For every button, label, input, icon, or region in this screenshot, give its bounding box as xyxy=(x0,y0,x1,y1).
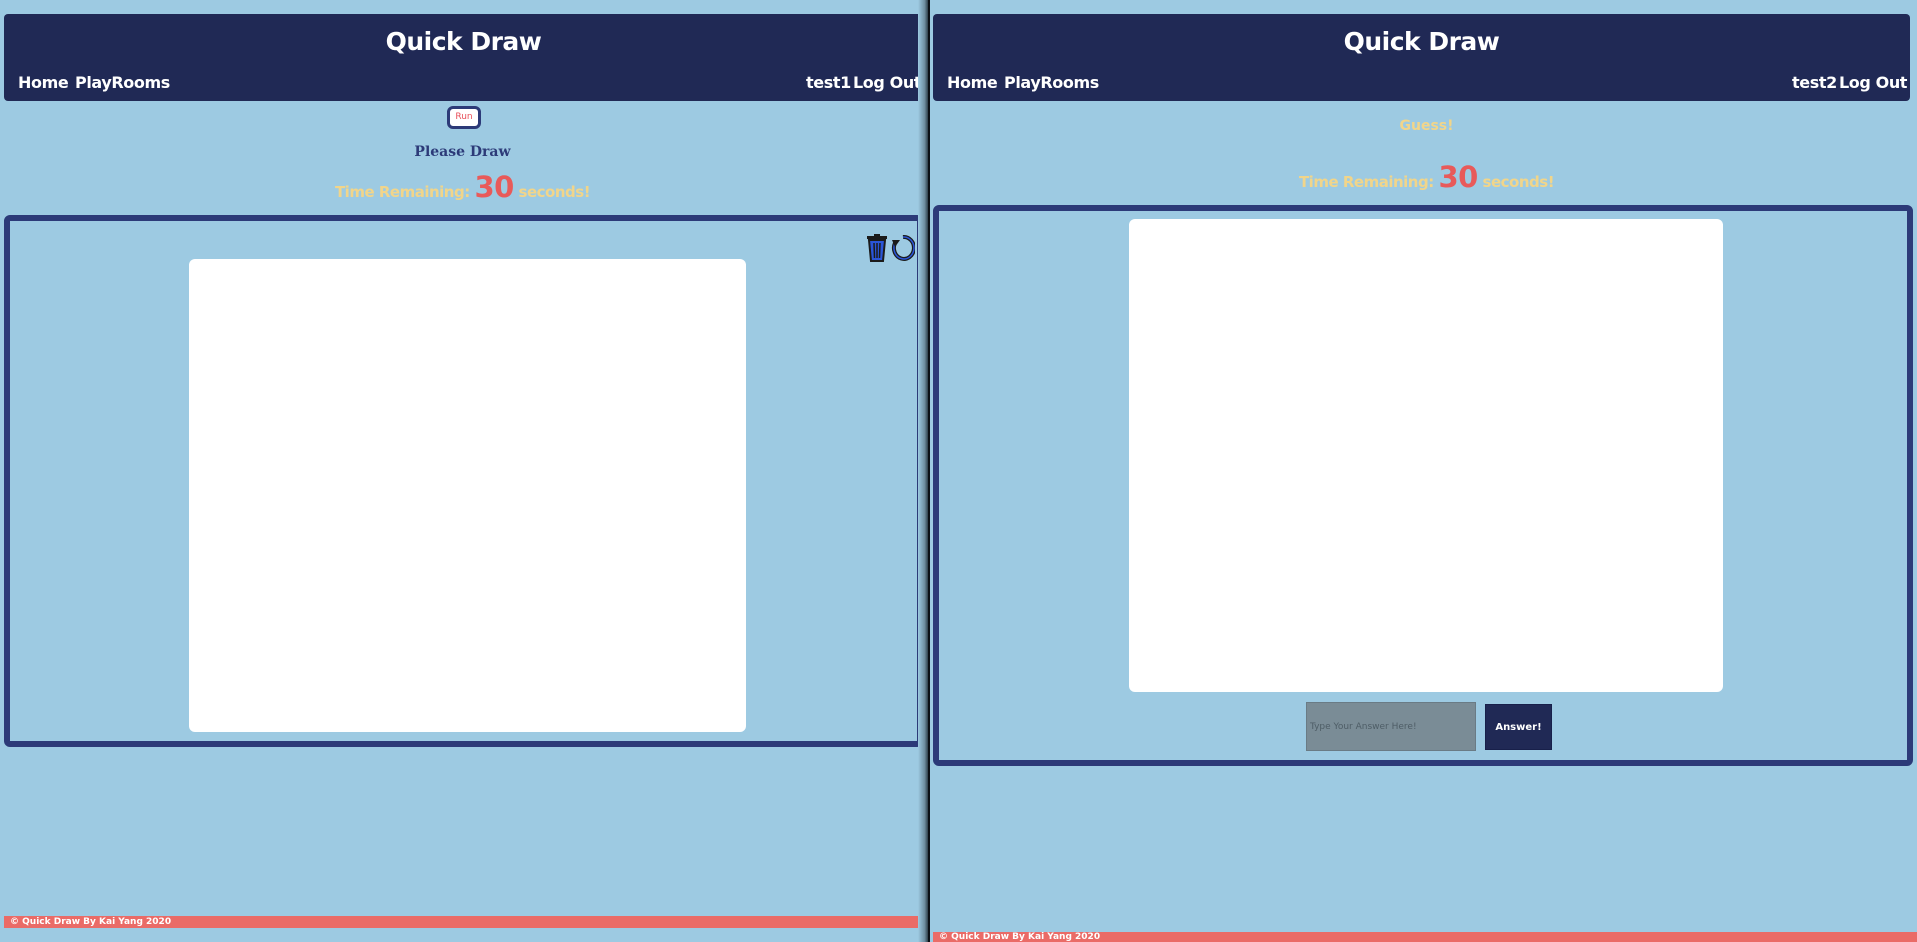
drawer-window: Quick Draw Home PlayRooms test1 Log Out … xyxy=(0,0,925,942)
footer: © Quick Draw By Kai Yang 2020 xyxy=(4,916,923,928)
time-remaining: Time Remaining: 30 seconds! xyxy=(936,160,1917,194)
guesser-window: Quick Draw Home PlayRooms test2 Log Out … xyxy=(930,0,1917,942)
timer-suffix: seconds! xyxy=(1482,173,1555,191)
time-remaining: Time Remaining: 30 seconds! xyxy=(0,170,925,204)
timer-prefix: Time Remaining: xyxy=(334,183,470,201)
footer: © Quick Draw By Kai Yang 2020 xyxy=(933,932,1917,942)
trash-icon[interactable] xyxy=(866,234,888,262)
answer-button[interactable]: Answer! xyxy=(1485,704,1552,750)
brand-title[interactable]: Quick Draw xyxy=(933,27,1910,56)
run-button[interactable]: Run xyxy=(447,106,481,129)
drawing-view-canvas xyxy=(1129,219,1723,692)
nav-playrooms-link[interactable]: PlayRooms xyxy=(1004,73,1099,92)
nav-home-link[interactable]: Home xyxy=(947,73,998,92)
timer-seconds: 30 xyxy=(1438,160,1478,194)
nav-logout-link[interactable]: Log Out xyxy=(1839,73,1907,92)
timer-suffix: seconds! xyxy=(518,183,591,201)
nav-user-link[interactable]: test2 xyxy=(1792,73,1837,92)
drawing-board xyxy=(4,215,923,747)
guess-instruction: Guess! xyxy=(1399,118,1454,134)
navbar: Quick Draw Home PlayRooms test1 Log Out xyxy=(4,14,923,101)
answer-input[interactable] xyxy=(1306,702,1476,751)
nav-user-link[interactable]: test1 xyxy=(806,73,851,92)
nav-home-link[interactable]: Home xyxy=(18,73,69,92)
brand-title[interactable]: Quick Draw xyxy=(4,27,923,56)
timer-prefix: Time Remaining: xyxy=(1298,173,1434,191)
timer-seconds: 30 xyxy=(474,170,514,204)
nav-playrooms-link[interactable]: PlayRooms xyxy=(75,73,170,92)
drawing-canvas[interactable] xyxy=(189,259,746,732)
navbar: Quick Draw Home PlayRooms test2 Log Out xyxy=(933,14,1910,101)
refresh-icon[interactable] xyxy=(891,234,916,262)
draw-instruction: Please Draw xyxy=(414,144,511,160)
nav-logout-link[interactable]: Log Out xyxy=(853,73,921,92)
guess-board: Answer! xyxy=(933,205,1913,766)
